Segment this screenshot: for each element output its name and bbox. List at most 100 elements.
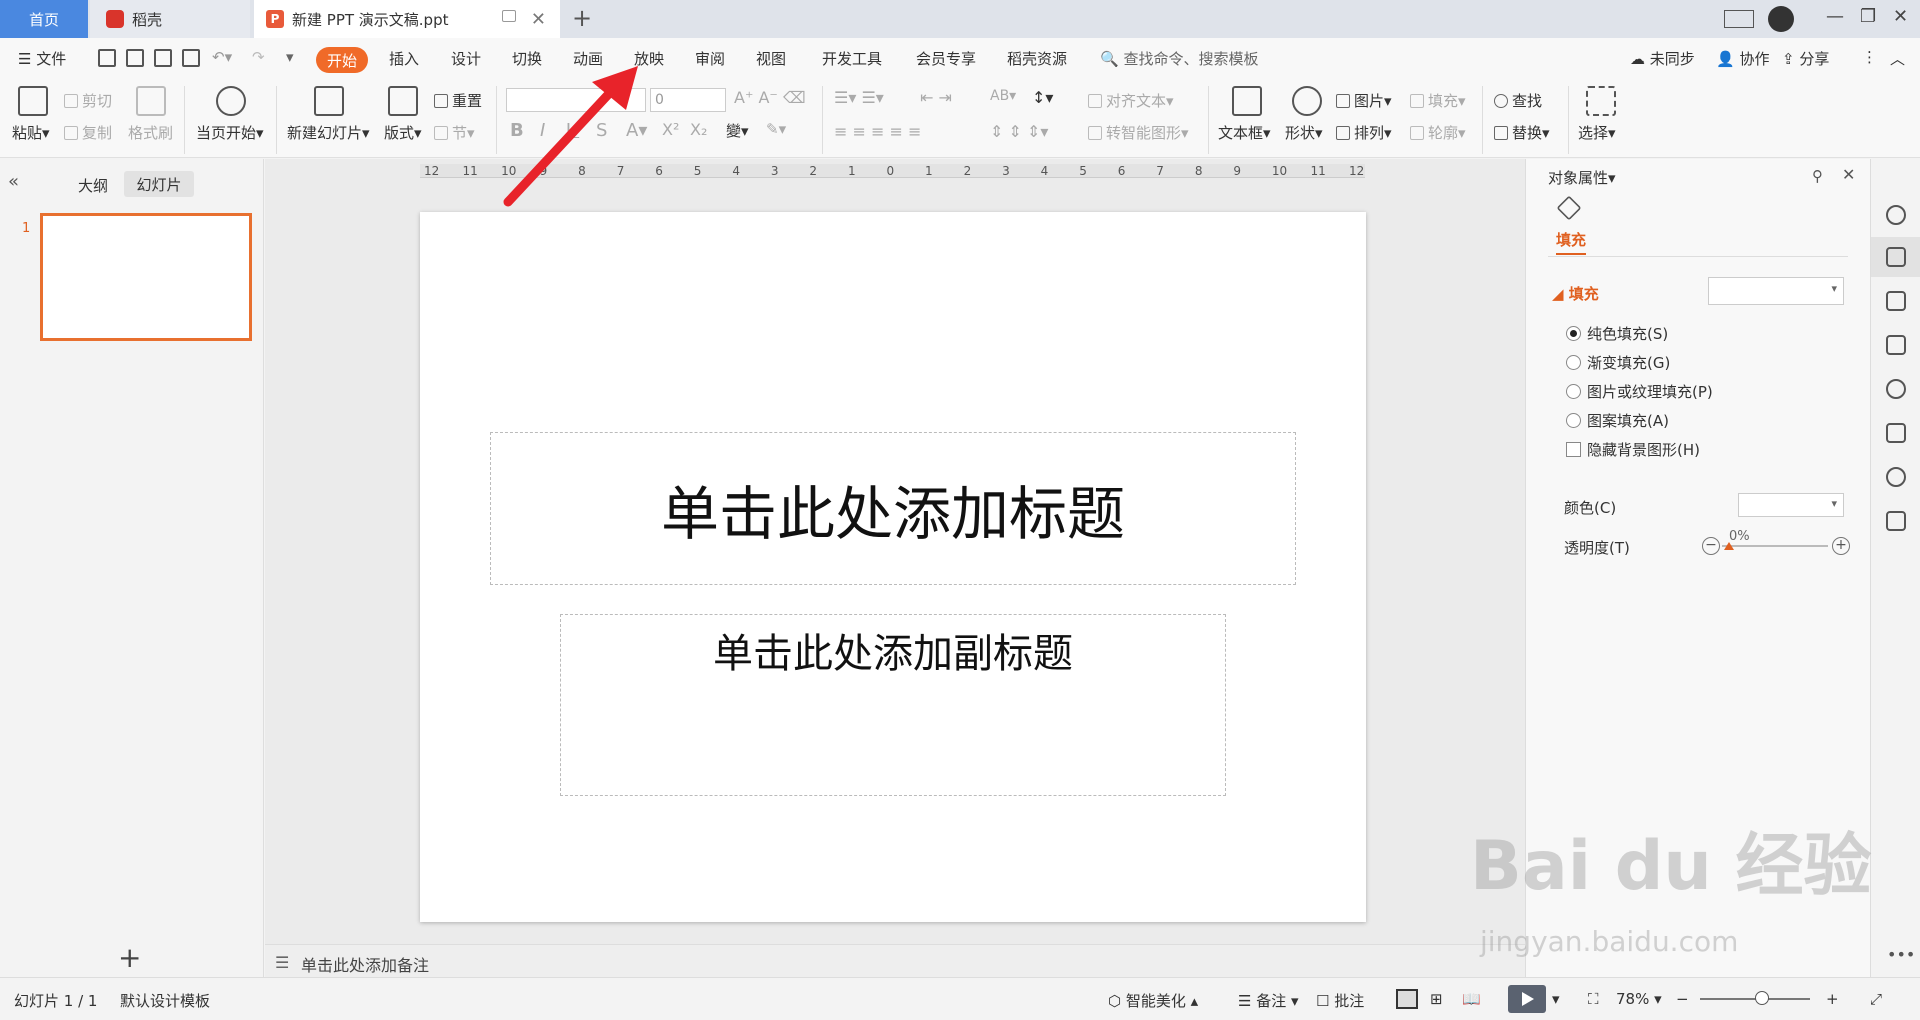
format-painter-button[interactable]: 格式刷 bbox=[128, 122, 173, 143]
normal-view-icon[interactable] bbox=[1396, 989, 1418, 1009]
comments-button[interactable]: ☐ 批注 bbox=[1316, 990, 1364, 1011]
new-slide-icon[interactable] bbox=[314, 86, 344, 116]
more-icon[interactable]: ⋮ bbox=[1862, 48, 1877, 66]
tab-outline[interactable]: 大纲 bbox=[78, 175, 108, 196]
layout-icon[interactable] bbox=[388, 86, 418, 116]
find-button[interactable]: 查找 bbox=[1494, 90, 1542, 111]
tab-fill[interactable]: 填充 bbox=[1556, 229, 1587, 255]
format-painter-icon[interactable] bbox=[136, 86, 166, 116]
increase-transparency-icon[interactable]: + bbox=[1832, 537, 1850, 555]
notes-toggle-button[interactable]: ☰ 备注 ▾ bbox=[1238, 990, 1299, 1011]
collapse-ribbon-icon[interactable]: ︿ bbox=[1890, 48, 1905, 69]
menu-member[interactable]: 会员专享 bbox=[916, 48, 976, 69]
tab-document[interactable]: P 新建 PPT 演示文稿.ppt ✕ bbox=[254, 0, 560, 38]
box-icon[interactable] bbox=[1886, 511, 1906, 531]
tab-home[interactable]: 首页 bbox=[0, 0, 88, 38]
transparency-slider[interactable] bbox=[1722, 545, 1828, 547]
new-slide-button[interactable]: 新建幻灯片▾ bbox=[287, 122, 370, 143]
pin-icon[interactable]: ⚲ bbox=[1812, 167, 1823, 185]
customize-toolbar-icon[interactable]: ▾ bbox=[286, 48, 294, 66]
hide-background-checkbox[interactable]: 隐藏背景图形(H) bbox=[1566, 439, 1700, 460]
gradient-fill-option[interactable]: 渐变填充(G) bbox=[1566, 352, 1670, 373]
tab-slides[interactable]: 幻灯片 bbox=[124, 171, 194, 197]
picture-button[interactable]: 图片▾ bbox=[1336, 90, 1392, 111]
indent-icons[interactable]: ⇤ ⇥ bbox=[920, 88, 952, 107]
layout-icon[interactable] bbox=[1724, 10, 1754, 28]
spacing-icons[interactable]: ⇕ ⇕ ⇕▾ bbox=[990, 122, 1048, 141]
fill-section-header[interactable]: ◢ 填充 bbox=[1552, 283, 1599, 304]
zoom-slider-handle[interactable] bbox=[1755, 991, 1769, 1005]
redo-icon[interactable]: ↷ bbox=[252, 48, 265, 66]
star-icon[interactable] bbox=[1886, 291, 1906, 311]
print-icon[interactable] bbox=[154, 49, 172, 67]
select-button[interactable]: 选择▾ bbox=[1578, 122, 1616, 143]
notes-placeholder[interactable]: 单击此处添加备注 bbox=[301, 952, 429, 976]
notes-pane[interactable]: ☰ 单击此处添加备注 bbox=[265, 944, 1525, 977]
superscript-icon[interactable]: X² bbox=[662, 120, 679, 139]
save-icon[interactable] bbox=[98, 49, 116, 67]
paste-icon[interactable] bbox=[18, 86, 48, 116]
select-icon[interactable] bbox=[1586, 86, 1616, 116]
subscript-icon[interactable]: X₂ bbox=[690, 120, 707, 139]
align-icons[interactable]: ≡ ≡ ≡ ≡ ≡ bbox=[834, 122, 921, 141]
properties-title[interactable]: 对象属性▾ bbox=[1548, 167, 1616, 188]
bullet-list-icons[interactable]: ☰▾ ☰▾ bbox=[834, 88, 884, 107]
sidebar-item-animation[interactable] bbox=[1871, 193, 1920, 239]
template-name[interactable]: 默认设计模板 bbox=[120, 990, 210, 1011]
menu-start[interactable]: 开始 bbox=[316, 47, 368, 73]
phonetic-icon[interactable]: 變▾ bbox=[726, 120, 749, 141]
copy-button[interactable]: 复制 bbox=[64, 122, 112, 143]
collapse-panel-icon[interactable]: « bbox=[8, 171, 19, 192]
arrange-button[interactable]: 排列▾ bbox=[1336, 122, 1392, 143]
menu-daoke-resources[interactable]: 稻壳资源 bbox=[1007, 48, 1067, 69]
collaborate-button[interactable]: 👤 协作 bbox=[1716, 48, 1769, 69]
add-slide-icon[interactable]: + bbox=[118, 941, 141, 974]
close-tab-icon[interactable]: ✕ bbox=[531, 9, 546, 30]
outline-button[interactable]: 轮廓▾ bbox=[1410, 122, 1466, 143]
command-search[interactable]: 🔍 查找命令、搜索模板 bbox=[1100, 48, 1258, 69]
replace-button[interactable]: 替换▾ bbox=[1494, 122, 1550, 143]
sync-status[interactable]: ☁ 未同步 bbox=[1630, 48, 1695, 69]
new-tab-button[interactable]: + bbox=[572, 4, 592, 32]
slide-sorter-icon[interactable]: ⊞ bbox=[1430, 990, 1443, 1008]
restore-icon[interactable]: ❐ bbox=[1860, 6, 1876, 27]
more-options-icon[interactable]: ••• bbox=[1887, 945, 1915, 964]
menu-review[interactable]: 审阅 bbox=[695, 48, 725, 69]
textbox-icon[interactable] bbox=[1232, 86, 1262, 116]
shape-icon[interactable] bbox=[1292, 86, 1322, 116]
font-grow-shrink-icons[interactable]: A⁺ A⁻ ⌫ bbox=[734, 88, 806, 107]
undo-icon[interactable]: ↶▾ bbox=[212, 48, 232, 66]
cut-button[interactable]: 剪切 bbox=[64, 90, 112, 111]
float-window-icon[interactable] bbox=[502, 10, 516, 22]
highlight-icon[interactable]: ✎▾ bbox=[766, 120, 786, 138]
textbox-button[interactable]: 文本框▾ bbox=[1218, 122, 1271, 143]
transition-icon[interactable] bbox=[1886, 335, 1906, 355]
slider-handle-icon[interactable] bbox=[1724, 542, 1734, 550]
zoom-out-icon[interactable]: − bbox=[1676, 990, 1689, 1008]
pattern-fill-option[interactable]: 图案填充(A) bbox=[1566, 410, 1669, 431]
tab-daoke[interactable]: 稻壳 bbox=[90, 0, 250, 38]
avatar[interactable] bbox=[1768, 6, 1794, 32]
close-window-icon[interactable]: ✕ bbox=[1893, 6, 1908, 27]
menu-developer[interactable]: 开发工具 bbox=[822, 48, 882, 69]
menu-design[interactable]: 设计 bbox=[451, 48, 481, 69]
shape-button[interactable]: 形状▾ bbox=[1285, 122, 1323, 143]
reading-view-icon[interactable]: 📖 bbox=[1462, 990, 1481, 1008]
fullscreen-icon[interactable]: ⤢ bbox=[1870, 990, 1882, 1008]
play-from-current-button[interactable]: 当页开始▾ bbox=[196, 122, 264, 143]
fill-button[interactable]: 填充▾ bbox=[1410, 90, 1466, 111]
minimize-icon[interactable]: — bbox=[1826, 6, 1844, 27]
smart-shape-button[interactable]: 转智能图形▾ bbox=[1088, 122, 1189, 143]
fill-bucket-icon[interactable] bbox=[1556, 195, 1582, 221]
decrease-transparency-icon[interactable]: − bbox=[1702, 537, 1720, 555]
subtitle-placeholder[interactable]: 单击此处添加副标题 bbox=[560, 614, 1226, 796]
line-spacing-icon[interactable]: ↕▾ bbox=[1032, 88, 1053, 107]
share-button[interactable]: ⇪ 分享 bbox=[1782, 48, 1829, 69]
close-pane-icon[interactable]: ✕ bbox=[1842, 165, 1855, 184]
color-picker[interactable]: ▾ bbox=[1738, 493, 1844, 517]
title-placeholder[interactable]: 单击此处添加标题 bbox=[490, 432, 1296, 585]
align-text-button[interactable]: 对齐文本▾ bbox=[1088, 90, 1174, 111]
help-icon[interactable] bbox=[1886, 379, 1906, 399]
fill-type-select[interactable]: ▾ bbox=[1708, 277, 1844, 305]
reset-button[interactable]: 重置 bbox=[434, 90, 482, 111]
